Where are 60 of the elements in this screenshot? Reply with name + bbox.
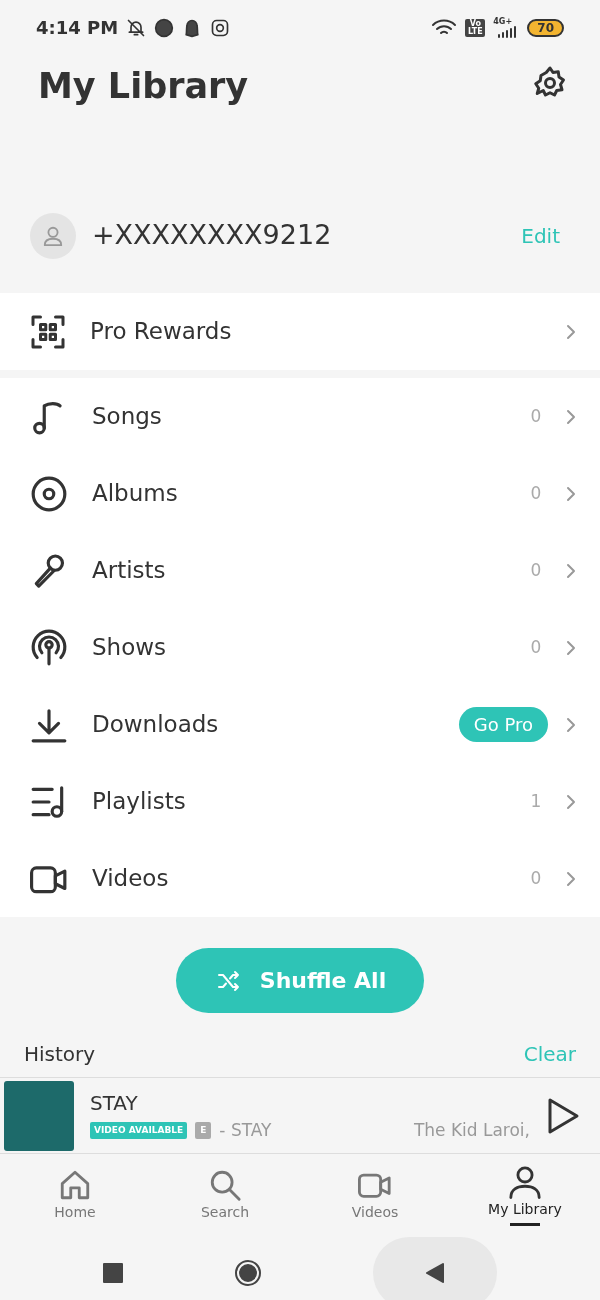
nav-label: Home (54, 1203, 96, 1222)
muted-bell-icon (126, 17, 147, 38)
explicit-tag: E (195, 1121, 212, 1140)
camera-icon (210, 17, 231, 38)
nav-label: My Library (488, 1200, 562, 1219)
phone-number: +XXXXXXXX9212 (92, 218, 333, 253)
item-count: 1 (529, 789, 543, 813)
recents-icon[interactable] (103, 1263, 124, 1283)
status-time: 4:14 PM (36, 16, 119, 40)
battery-level: 70 (527, 18, 564, 37)
home-circle-icon[interactable] (234, 1259, 262, 1287)
play-icon[interactable] (546, 1096, 580, 1135)
person-icon (42, 224, 64, 247)
nav-tab[interactable]: My Library (450, 1165, 600, 1226)
track-title: STAY (90, 1089, 139, 1117)
app-icon (154, 17, 175, 38)
library-item[interactable]: Playlists 1 (0, 763, 600, 840)
disc-icon (30, 474, 68, 513)
podcast-icon (30, 628, 68, 667)
item-label: Songs (92, 402, 163, 432)
item-label: Albums (92, 479, 179, 509)
selected-underline (510, 1223, 540, 1226)
nav-tab[interactable]: Search (150, 1168, 300, 1223)
item-count: 0 (529, 866, 543, 890)
library-item[interactable]: Artists 0 (0, 532, 600, 609)
library-item[interactable]: Videos 0 (0, 840, 600, 917)
library-item[interactable]: Downloads Go Pro (0, 686, 600, 763)
library-item[interactable]: Shows 0 (0, 609, 600, 686)
grid-scan-icon (30, 313, 66, 350)
page-title: My Library (38, 65, 249, 107)
item-label: Downloads (92, 710, 220, 740)
pro-rewards-item[interactable]: Pro Rewards (0, 293, 600, 370)
artist-name: The Kid Laroi, (413, 1118, 530, 1142)
album-name: - STAY (219, 1118, 272, 1142)
album-art-placeholder (4, 1080, 74, 1151)
nav-label: Search (200, 1203, 250, 1222)
library-item[interactable]: Albums 0 (0, 455, 600, 532)
nav-tab[interactable]: Home (0, 1168, 150, 1223)
item-label: Artists (92, 556, 167, 586)
back-triangle-icon (424, 1262, 445, 1284)
volte-label: Vo LTE (465, 18, 486, 37)
search-icon (208, 1168, 242, 1202)
item-count: 0 (529, 635, 543, 659)
library-item[interactable]: Songs 0 (0, 378, 600, 455)
item-label: Shows (92, 633, 168, 663)
item-label: Playlists (92, 787, 187, 817)
person-icon (508, 1165, 542, 1199)
item-count: 0 (529, 404, 543, 428)
network-label: 4G+ (493, 17, 513, 26)
item-count: 0 (529, 481, 543, 505)
track-row[interactable]: STAY VIDEO AVAILABLE E - STAY The Kid Laroi, (0, 1077, 600, 1154)
nav-label: Videos (351, 1203, 399, 1222)
item-count: 0 (529, 558, 543, 582)
section-title: History (24, 1041, 96, 1068)
home-icon (58, 1168, 92, 1202)
back-button[interactable] (372, 1237, 497, 1300)
nav-tab[interactable]: Videos (300, 1168, 450, 1223)
video-tag: VIDEO AVAILABLE (90, 1121, 188, 1140)
item-label: Videos (92, 864, 170, 894)
item-label: Pro Rewards (90, 317, 233, 347)
